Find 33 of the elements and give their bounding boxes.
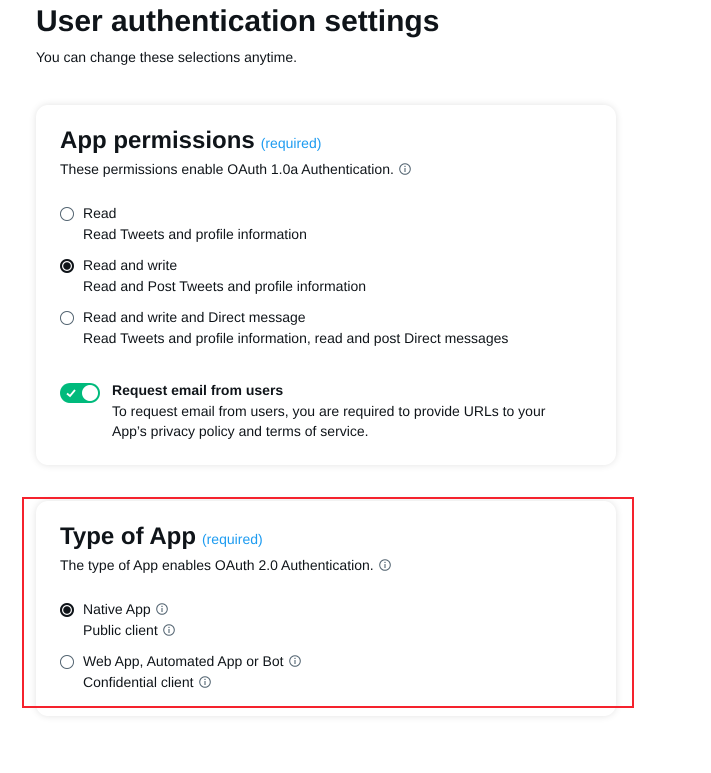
info-icon[interactable] — [288, 655, 301, 667]
radio-button[interactable] — [60, 207, 74, 221]
toggle-label: Request email from users — [112, 382, 284, 398]
info-icon[interactable] — [162, 624, 175, 636]
option-label: Read and write — [83, 257, 178, 273]
info-icon[interactable] — [198, 676, 211, 688]
section-description: The type of App enables OAuth 2.0 Authentication. — [60, 557, 374, 573]
info-icon[interactable] — [378, 559, 391, 571]
radio-button[interactable] — [60, 603, 74, 617]
option-label: Web App, Automated App or Bot — [83, 653, 284, 669]
section-title: Type of App — [60, 523, 196, 551]
option-description: Read and Post Tweets and profile information — [83, 277, 366, 296]
section-title: App permissions — [60, 127, 255, 155]
option-description: Public client — [83, 621, 158, 640]
toggle-description: To request email from users, you are required to provide URLs to your App’s privacy policy and terms of service. — [112, 402, 546, 441]
section-description: These permissions enable OAuth 1.0a Authentication. — [60, 161, 394, 177]
required-label: (required) — [202, 531, 263, 547]
option-label: Native App — [83, 601, 151, 617]
info-icon[interactable] — [156, 603, 168, 615]
page-subtitle: You can change these selections anytime. — [36, 49, 298, 65]
page-title: User authentication settings — [36, 4, 440, 40]
checkmark-icon — [65, 387, 77, 399]
option-label: Read — [83, 205, 116, 221]
radio-button[interactable] — [60, 311, 74, 325]
option-label: Read and write and Direct message — [83, 309, 306, 325]
info-icon[interactable] — [398, 163, 411, 175]
option-description: Read Tweets and profile information, read and post Direct messages — [83, 329, 508, 348]
option-description: Confidential client — [83, 673, 194, 692]
option-description: Read Tweets and profile information — [83, 225, 307, 244]
radio-button[interactable] — [60, 655, 74, 669]
toggle-switch[interactable] — [60, 383, 100, 403]
radio-button[interactable] — [60, 259, 74, 273]
required-label: (required) — [260, 135, 322, 151]
